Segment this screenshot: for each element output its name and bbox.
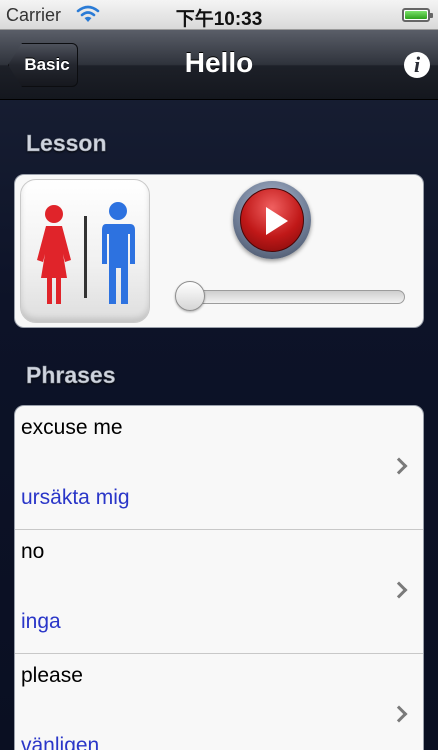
chevron-right-icon [390, 581, 408, 599]
phrase-translation: vänligen [21, 734, 100, 750]
phrase-translation: ursäkta mig [21, 486, 130, 509]
phrase-english: no [21, 540, 45, 563]
list-item[interactable]: excuse me ursäkta mig [15, 406, 423, 530]
phrase-translation: inga [21, 610, 61, 633]
audio-progress-slider[interactable] [179, 290, 405, 304]
list-item[interactable]: please vänligen [15, 654, 423, 750]
play-button[interactable] [233, 181, 311, 259]
restroom-icon[interactable] [20, 179, 150, 323]
lesson-card [14, 174, 424, 328]
phrase-list: excuse me ursäkta mig no inga please vän… [14, 405, 424, 750]
list-item[interactable]: no inga [15, 530, 423, 654]
slider-thumb[interactable] [175, 281, 205, 311]
battery-icon [402, 8, 433, 22]
page-title: Hello [184, 47, 254, 78]
lesson-section-header: Lesson [26, 130, 107, 157]
battery-level [405, 11, 427, 19]
phrase-english: please [21, 664, 83, 687]
play-button-face [240, 188, 304, 252]
phrases-section-header: Phrases [26, 362, 116, 389]
phrase-english: excuse me [21, 416, 123, 439]
navigation-bar: Basic Hello i [0, 30, 438, 100]
chevron-right-icon [390, 705, 408, 723]
status-bar: Carrier 下午10:33 [0, 0, 438, 30]
chevron-right-icon [390, 457, 408, 475]
status-time: 下午10:33 [175, 9, 263, 30]
info-icon[interactable]: i [404, 52, 430, 78]
play-icon [266, 207, 288, 235]
